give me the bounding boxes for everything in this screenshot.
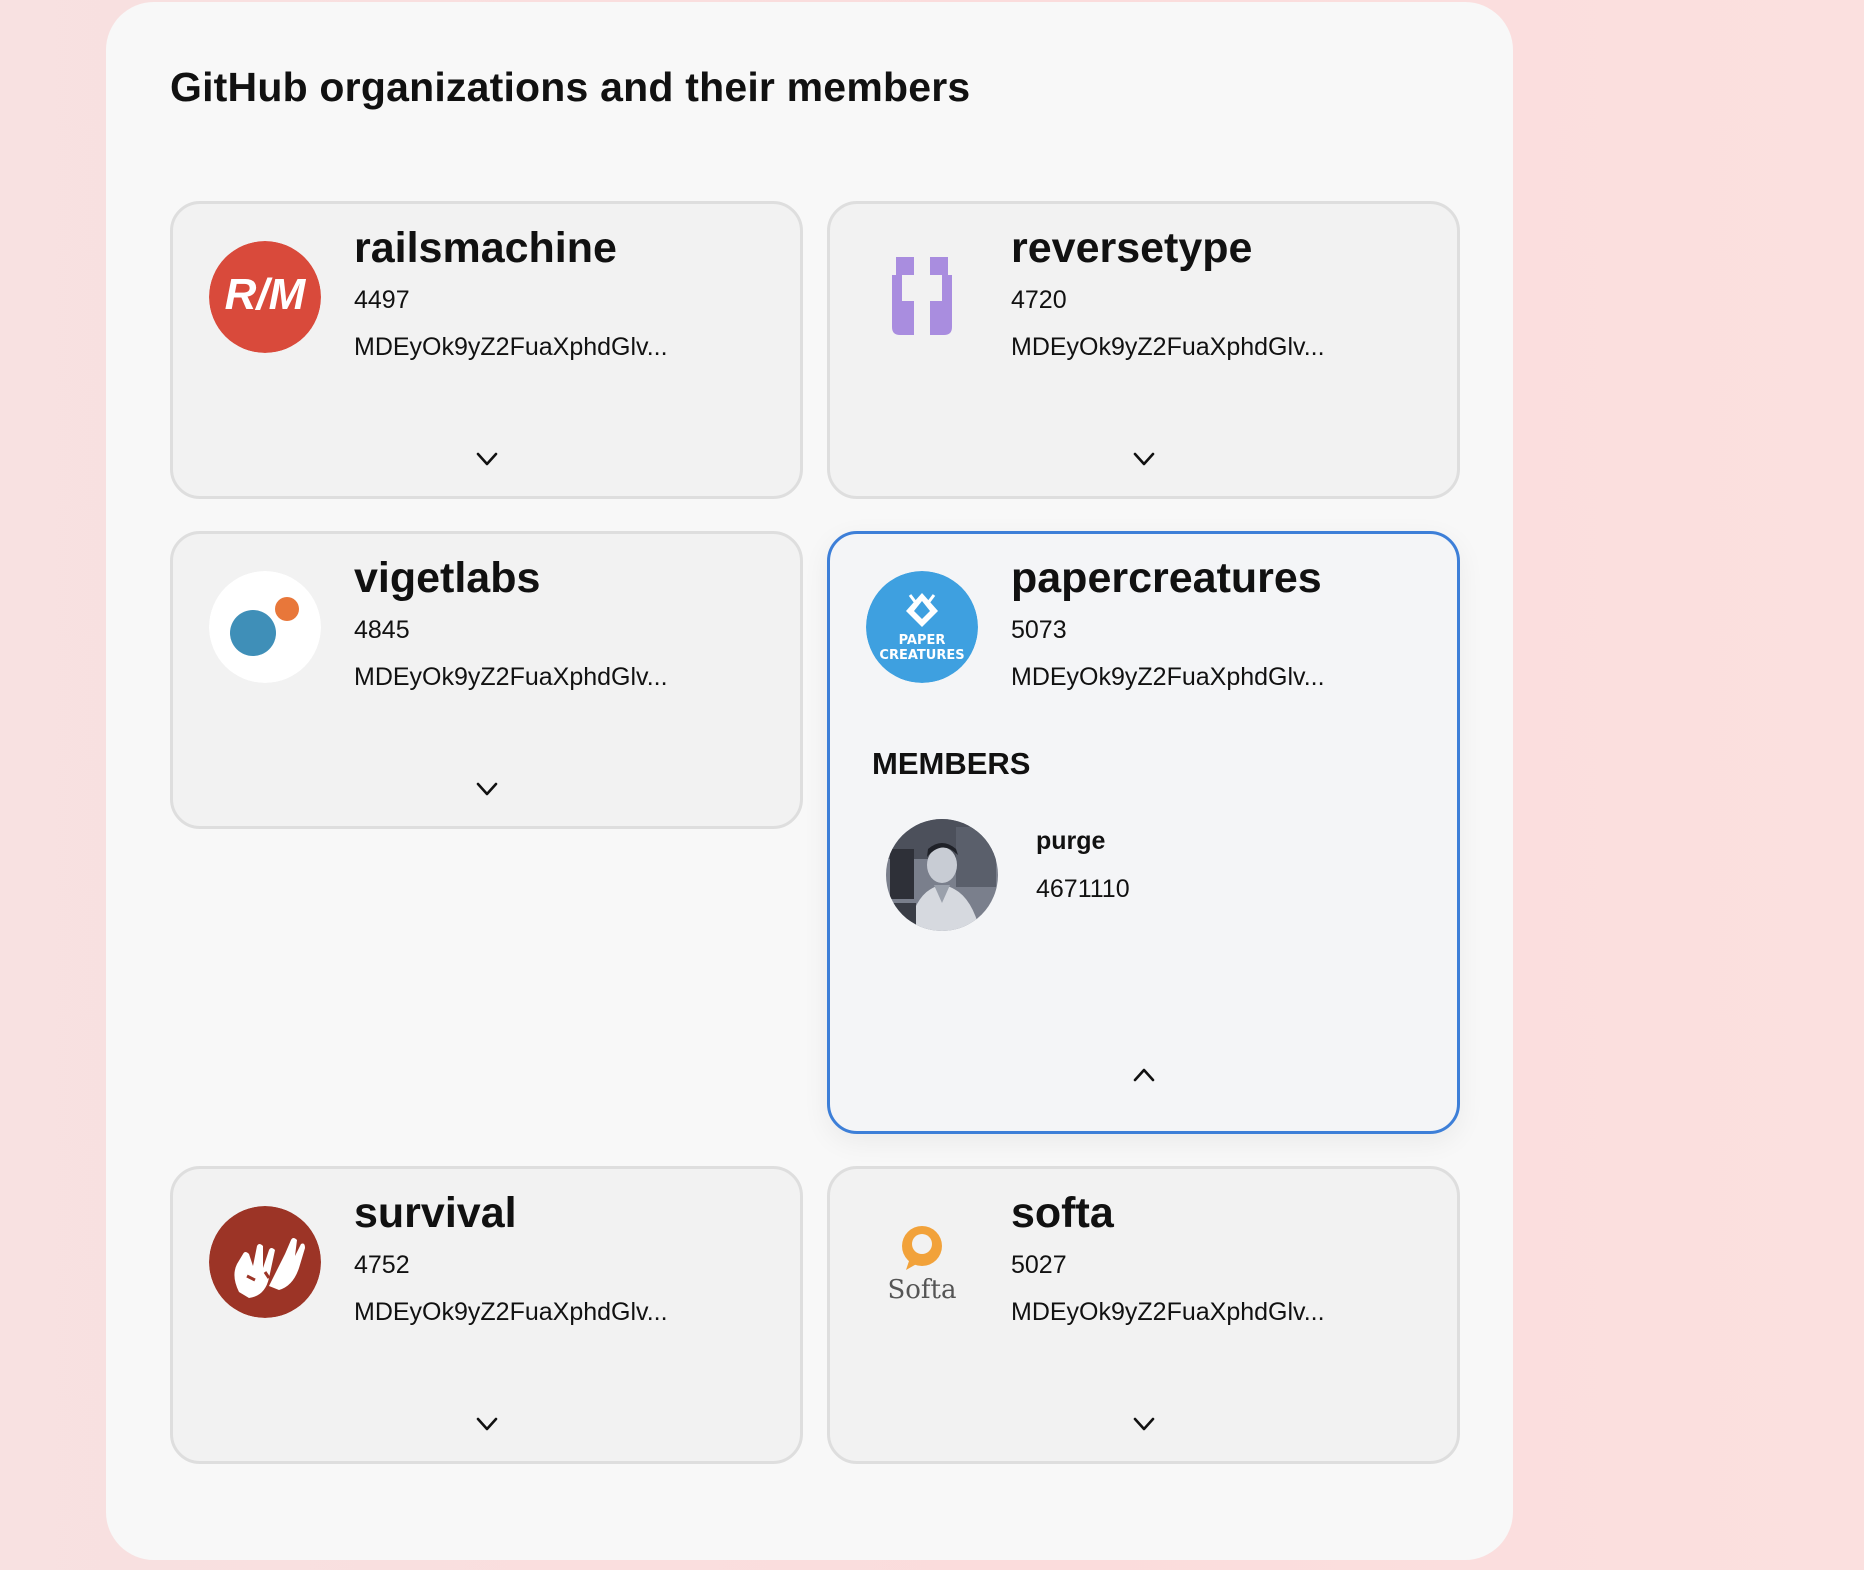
survival-logo-icon (209, 1206, 321, 1318)
org-id: 4497 (354, 286, 410, 314)
org-id: 5027 (1011, 1251, 1067, 1279)
org-id: 4845 (354, 616, 410, 644)
svg-text:R/M: R/M (225, 270, 307, 319)
papercreatures-logo-icon: PAPER CREATURES (866, 571, 978, 683)
org-card-survival[interactable]: survival 4752 MDEyOk9yZ2FuaXphdGlv... (170, 1166, 803, 1464)
org-name: softa (1011, 1189, 1114, 1237)
org-name: railsmachine (354, 224, 617, 272)
org-node-id: MDEyOk9yZ2FuaXphdGlv... (354, 333, 668, 361)
org-node-id: MDEyOk9yZ2FuaXphdGlv... (354, 663, 668, 691)
members-heading: MEMBERS (872, 746, 1031, 781)
page-title: GitHub organizations and their members (170, 64, 971, 110)
org-name: survival (354, 1189, 517, 1237)
svg-text:Softa: Softa (887, 1275, 956, 1305)
org-card-papercreatures[interactable]: PAPER CREATURES papercreatures 5073 MDEy… (827, 531, 1460, 1134)
org-node-id: MDEyOk9yZ2FuaXphdGlv... (1011, 333, 1325, 361)
org-node-id: MDEyOk9yZ2FuaXphdGlv... (1011, 1298, 1325, 1326)
org-node-id: MDEyOk9yZ2FuaXphdGlv... (354, 1298, 668, 1326)
chevron-up-icon (1133, 1068, 1154, 1082)
member-item[interactable]: purge 4671110 (886, 819, 1386, 939)
org-id: 5073 (1011, 616, 1067, 644)
org-card-vigetlabs[interactable]: vigetlabs 4845 MDEyOk9yZ2FuaXphdGlv... (170, 531, 803, 829)
expand-toggle-button[interactable] (467, 1410, 507, 1438)
org-card-reversetype[interactable]: reversetype 4720 MDEyOk9yZ2FuaXphdGlv... (827, 201, 1460, 499)
member-id: 4671110 (1036, 875, 1130, 903)
vigetlabs-logo-icon (209, 571, 321, 683)
org-name: papercreatures (1011, 554, 1322, 602)
org-node-id: MDEyOk9yZ2FuaXphdGlv... (1011, 663, 1325, 691)
collapse-toggle-button[interactable] (1124, 1061, 1164, 1089)
expand-toggle-button[interactable] (467, 445, 507, 473)
expand-toggle-button[interactable] (467, 775, 507, 803)
svg-text:CREATURES: CREATURES (879, 648, 964, 663)
user-photo-icon (886, 819, 998, 931)
org-name: reversetype (1011, 224, 1253, 272)
org-card-railsmachine[interactable]: R/M railsmachine 4497 MDEyOk9yZ2FuaXphdG… (170, 201, 803, 499)
svg-text:PAPER: PAPER (899, 633, 946, 648)
org-id: 4720 (1011, 286, 1067, 314)
org-id: 4752 (354, 1251, 410, 1279)
chevron-down-icon (476, 1417, 497, 1431)
chevron-down-icon (476, 452, 497, 466)
chevron-down-icon (476, 782, 497, 796)
reversetype-logo-icon (866, 241, 978, 353)
org-card-softa[interactable]: Softa softa 5027 MDEyOk9yZ2FuaXphdGlv... (827, 1166, 1460, 1464)
railsmachine-logo-icon: R/M (209, 241, 321, 353)
expand-toggle-button[interactable] (1124, 445, 1164, 473)
chevron-down-icon (1133, 452, 1154, 466)
org-name: vigetlabs (354, 554, 541, 602)
expand-toggle-button[interactable] (1124, 1410, 1164, 1438)
chevron-down-icon (1133, 1417, 1154, 1431)
softa-logo-icon: Softa (866, 1206, 978, 1318)
member-login: purge (1036, 827, 1106, 855)
